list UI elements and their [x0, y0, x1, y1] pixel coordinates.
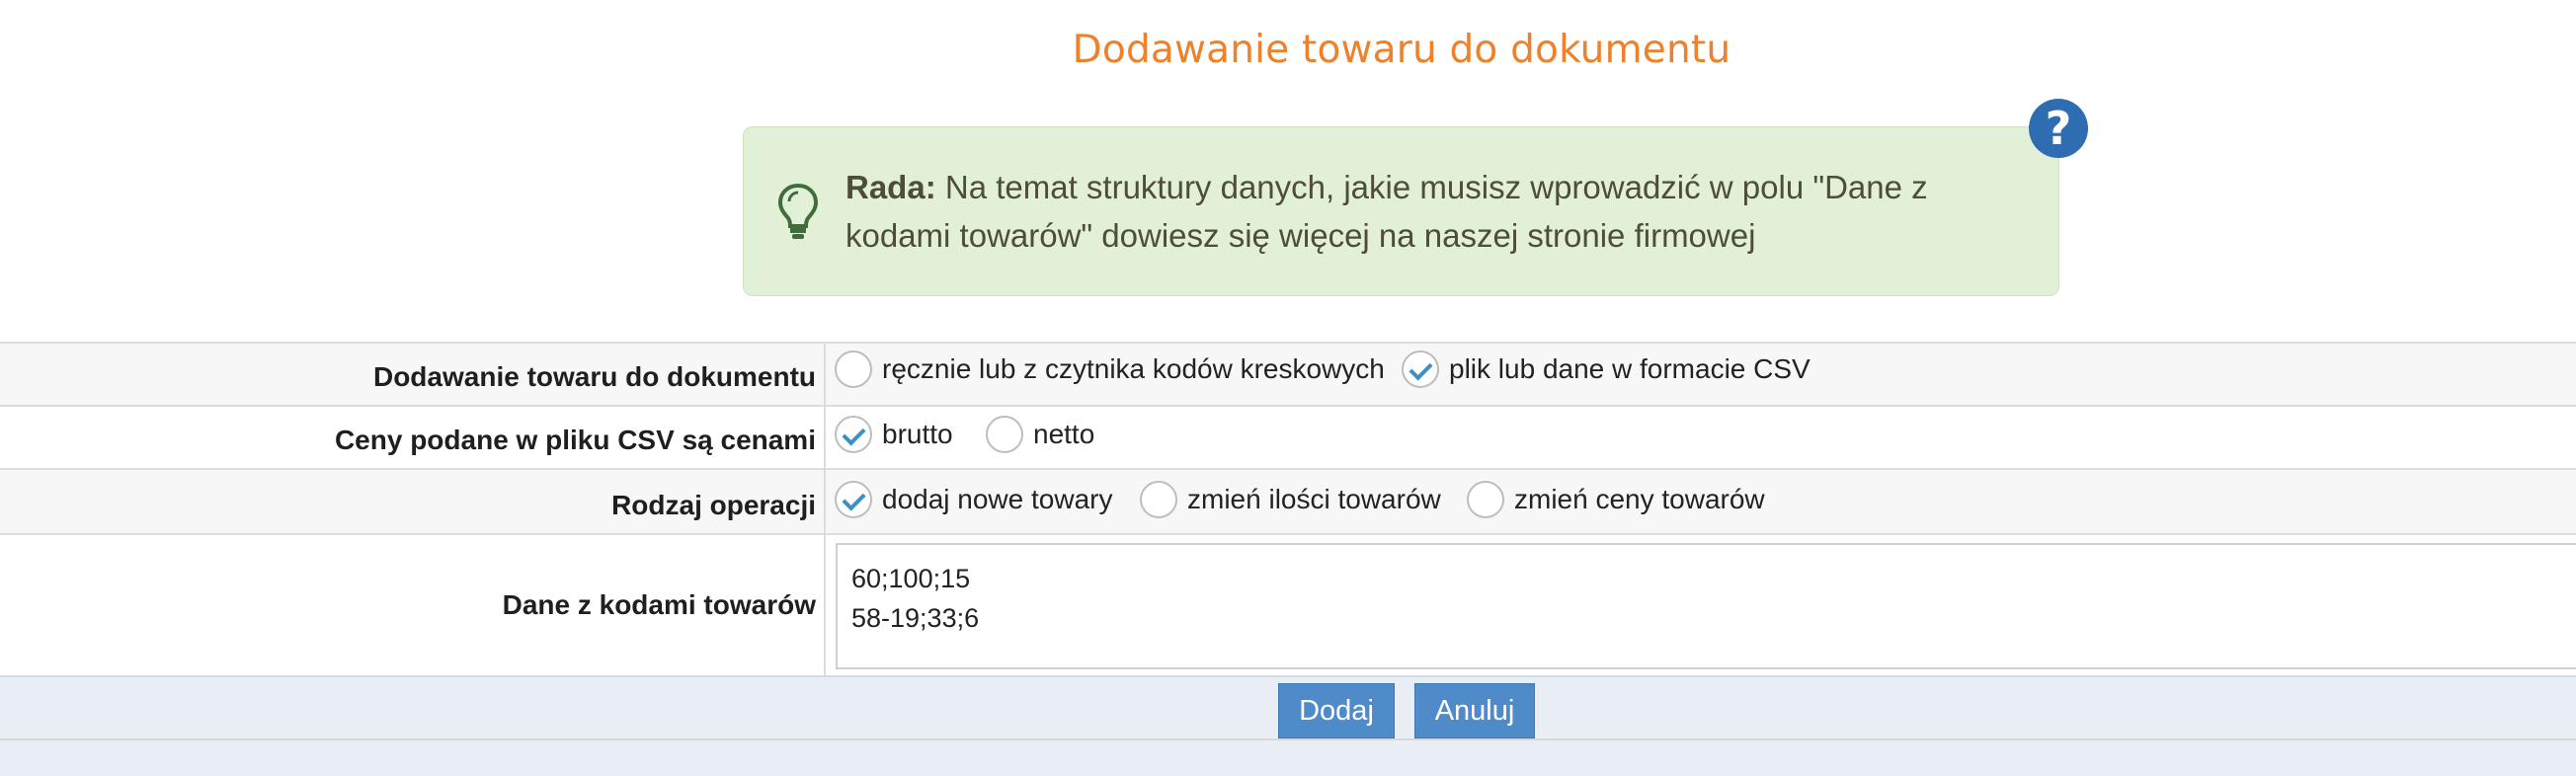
radio-circle[interactable]	[835, 416, 872, 453]
radio-circle[interactable]	[1467, 481, 1504, 518]
radio-manual[interactable]: ręcznie lub z czytnika kodów kreskowych	[835, 349, 1385, 389]
radio-circle[interactable]	[835, 481, 872, 518]
help-icon[interactable]: ?	[2029, 99, 2088, 158]
radio-change-price-label: zmień ceny towarów	[1514, 484, 1765, 514]
radio-circle[interactable]	[1140, 481, 1177, 518]
data-textarea[interactable]	[836, 543, 2576, 669]
cancel-button[interactable]: Anuluj	[1414, 683, 1535, 738]
operation-label: Rodzaj operacji	[611, 490, 816, 520]
radio-add-new-label: dodaj nowe towary	[882, 484, 1113, 514]
row-divider	[824, 344, 826, 407]
tip-text: Rada: Na temat struktury danych, jakie m…	[845, 163, 2031, 260]
radio-circle[interactable]	[1402, 350, 1439, 388]
radio-brutto[interactable]: brutto	[835, 415, 953, 454]
tip-body: Na temat struktury danych, jakie musisz …	[845, 169, 1928, 254]
radio-circle[interactable]	[986, 416, 1023, 453]
prices-label: Ceny podane w pliku CSV są cenami	[334, 425, 816, 455]
data-label: Dane z kodami towarów	[502, 589, 816, 620]
radio-netto-label: netto	[1033, 419, 1095, 449]
radio-circle[interactable]	[835, 350, 872, 388]
row-divider	[824, 470, 826, 535]
page-title: Dodawanie towaru do dokumentu	[1072, 28, 1731, 72]
button-bar: Dodaj Anuluj	[0, 675, 2576, 776]
radio-brutto-label: brutto	[882, 419, 953, 449]
lightbulb-icon	[777, 183, 819, 239]
form-row-prices: Ceny podane w pliku CSV są cenami brutto…	[0, 405, 2576, 470]
form-row-operation: Rodzaj operacji dodaj nowe towary zmień …	[0, 468, 2576, 535]
form-row-add-mode: Dodawanie towaru do dokumentu ręcznie lu…	[0, 342, 2576, 407]
radio-netto[interactable]: netto	[986, 415, 1094, 454]
bottom-divider	[0, 738, 2576, 740]
radio-change-qty[interactable]: zmień ilości towarów	[1140, 480, 1441, 519]
radio-manual-label: ręcznie lub z czytnika kodów kreskowych	[882, 353, 1385, 384]
add-mode-label: Dodawanie towaru do dokumentu	[372, 361, 816, 392]
radio-change-price[interactable]: zmień ceny towarów	[1467, 480, 1765, 519]
form-row-data: Dane z kodami towarów	[0, 533, 2576, 677]
add-button[interactable]: Dodaj	[1278, 683, 1395, 738]
row-divider	[824, 407, 826, 470]
row-divider	[824, 535, 826, 677]
tip-label: Rada:	[845, 169, 936, 205]
radio-add-new[interactable]: dodaj nowe towary	[835, 480, 1112, 519]
radio-change-qty-label: zmień ilości towarów	[1187, 484, 1441, 514]
radio-csv-label: plik lub dane w formacie CSV	[1449, 353, 1811, 384]
tip-box: Rada: Na temat struktury danych, jakie m…	[743, 126, 2059, 296]
radio-csv[interactable]: plik lub dane w formacie CSV	[1402, 349, 1811, 389]
